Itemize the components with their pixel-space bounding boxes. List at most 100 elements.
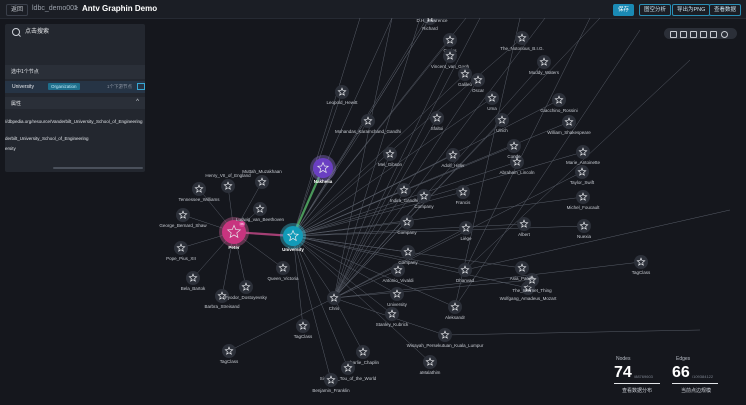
visibility-icon[interactable] [721,31,728,38]
graph-node[interactable]: aMalathim [420,355,441,375]
graph-edge[interactable] [333,55,451,299]
panel-scrollbar[interactable] [53,167,143,169]
graph-edge[interactable] [464,209,731,271]
node-circle[interactable] [552,93,566,107]
graph-analysis-button[interactable]: 图空分析 [639,4,672,16]
save-button[interactable]: 保存 [613,4,635,16]
node-circle[interactable] [283,226,303,246]
graph-node[interactable]: Oscar [471,73,485,93]
graph-edge[interactable] [292,151,584,237]
graph-node[interactable]: TagClass [220,344,239,364]
graph-node[interactable]: Tennessee_Williams [178,182,220,202]
graph-node[interactable]: Henry_VII_of_England [205,173,251,193]
node-circle[interactable] [443,49,457,63]
graph-edge[interactable] [444,329,701,336]
node-circle[interactable] [515,261,529,275]
node-circle[interactable] [361,114,375,128]
search-input[interactable]: 点击搜索 [25,28,49,37]
node-circle[interactable] [495,113,509,127]
graph-node[interactable]: Ludwig_van_Beethoven [236,202,285,222]
node-circle[interactable] [485,91,499,105]
graph-node[interactable]: Bela_Bartok [181,271,206,291]
graph-node[interactable]: TagClass [294,319,313,339]
graph-node[interactable]: Wisayah_Persekutuan_Kuala_Lumpur [407,328,484,348]
graph-node[interactable]: Mel_Gibson [378,147,403,167]
expand-icon[interactable] [137,83,145,90]
graph-edge[interactable] [292,225,585,237]
nodes-caption[interactable]: 查看数据分布 [622,387,652,394]
graph-edge[interactable] [292,235,332,381]
node-circle[interactable] [634,255,648,269]
layout-icon[interactable] [680,31,687,38]
graph-node[interactable]: Queen_Victoria [268,261,299,281]
node-circle[interactable] [174,241,188,255]
graph-node[interactable]: Company [397,215,417,235]
graph-node[interactable]: Albert [517,217,531,237]
node-circle[interactable] [356,345,370,359]
node-circle[interactable] [446,148,460,162]
graph-node[interactable]: Conde [507,139,521,159]
node-circle[interactable] [448,300,462,314]
graph-node[interactable]: Muttah_Muzakhaan [242,169,282,189]
zoom-out-icon[interactable] [700,31,707,38]
node-circle[interactable] [443,33,457,47]
graph-node[interactable]: Pope_Pius_XII [166,241,196,261]
node-circle[interactable] [430,111,444,125]
node-circle[interactable] [383,147,397,161]
node-circle[interactable] [186,271,200,285]
graph-node[interactable]: George_Bernard_Shaw [159,208,207,228]
graph-node[interactable]: University [280,223,306,252]
graph-edge[interactable] [333,61,545,299]
node-circle[interactable] [221,179,235,193]
fullscreen-icon[interactable] [710,31,717,38]
graph-node[interactable]: Antonio_Vivaldi [383,263,414,283]
node-circle[interactable] [192,182,206,196]
properties-section-header[interactable]: 属性 ^ [5,97,145,109]
zoom-in-icon[interactable] [690,31,697,38]
export-png-button[interactable]: 导出为PNG [672,4,711,16]
node-circle[interactable] [471,73,485,87]
node-circle[interactable] [537,55,551,69]
node-circle[interactable] [324,373,338,387]
node-circle[interactable] [575,165,589,179]
node-circle[interactable] [276,261,290,275]
node-circle[interactable] [517,217,531,231]
node-circle[interactable] [313,158,333,178]
graph-node[interactable]: Michel_Foucault [567,190,601,210]
node-circle[interactable] [576,190,590,204]
node-circle[interactable] [253,202,267,216]
graph-edge[interactable] [292,196,584,237]
node-circle[interactable] [255,175,269,189]
graph-edge[interactable] [292,18,361,237]
graph-node[interactable]: Marie_Antoinette [566,145,601,165]
node-circle[interactable] [577,219,591,233]
graph-edge[interactable] [333,261,642,299]
graph-node[interactable]: Nakhelia [310,155,336,184]
node-circle[interactable] [341,361,355,375]
node-circle[interactable] [176,208,190,222]
downstream-link[interactable]: 1个下游节点 [107,84,132,90]
graph-node[interactable]: Charlie_Chaplin [347,345,380,365]
node-circle[interactable] [391,263,405,277]
graph-node[interactable]: Taylor_Swift [570,165,595,185]
node-circle[interactable] [456,185,470,199]
node-circle[interactable] [397,183,411,197]
node-circle[interactable] [385,307,399,321]
graph-edge[interactable] [292,235,466,271]
graph-node[interactable]: The_Notorious_B.I.G. [500,31,544,51]
graph-node[interactable]: Fyodor_Dostoyevsky [225,280,268,300]
graph-node[interactable]: Aleksandr [445,300,466,320]
node-circle[interactable] [239,280,253,294]
graph-node[interactable]: D.H._Lawrence [416,18,448,23]
back-button[interactable]: 返回 [6,4,29,16]
view-data-button[interactable]: 查看数据 [709,4,742,16]
graph-node[interactable]: Asia_Pacific [510,261,535,281]
graph-node[interactable]: Sfaltoi [430,111,444,131]
graph-node[interactable]: Dhanvad [456,263,475,283]
collapse-icon[interactable]: ^ [136,99,139,105]
search-bar[interactable]: 点击搜索 [5,24,145,40]
graph-node[interactable]: Galileo [458,67,473,87]
node-circle[interactable] [335,85,349,99]
graph-node[interactable]: Giacchino_Rossini [540,93,578,113]
node-circle[interactable] [423,355,437,369]
